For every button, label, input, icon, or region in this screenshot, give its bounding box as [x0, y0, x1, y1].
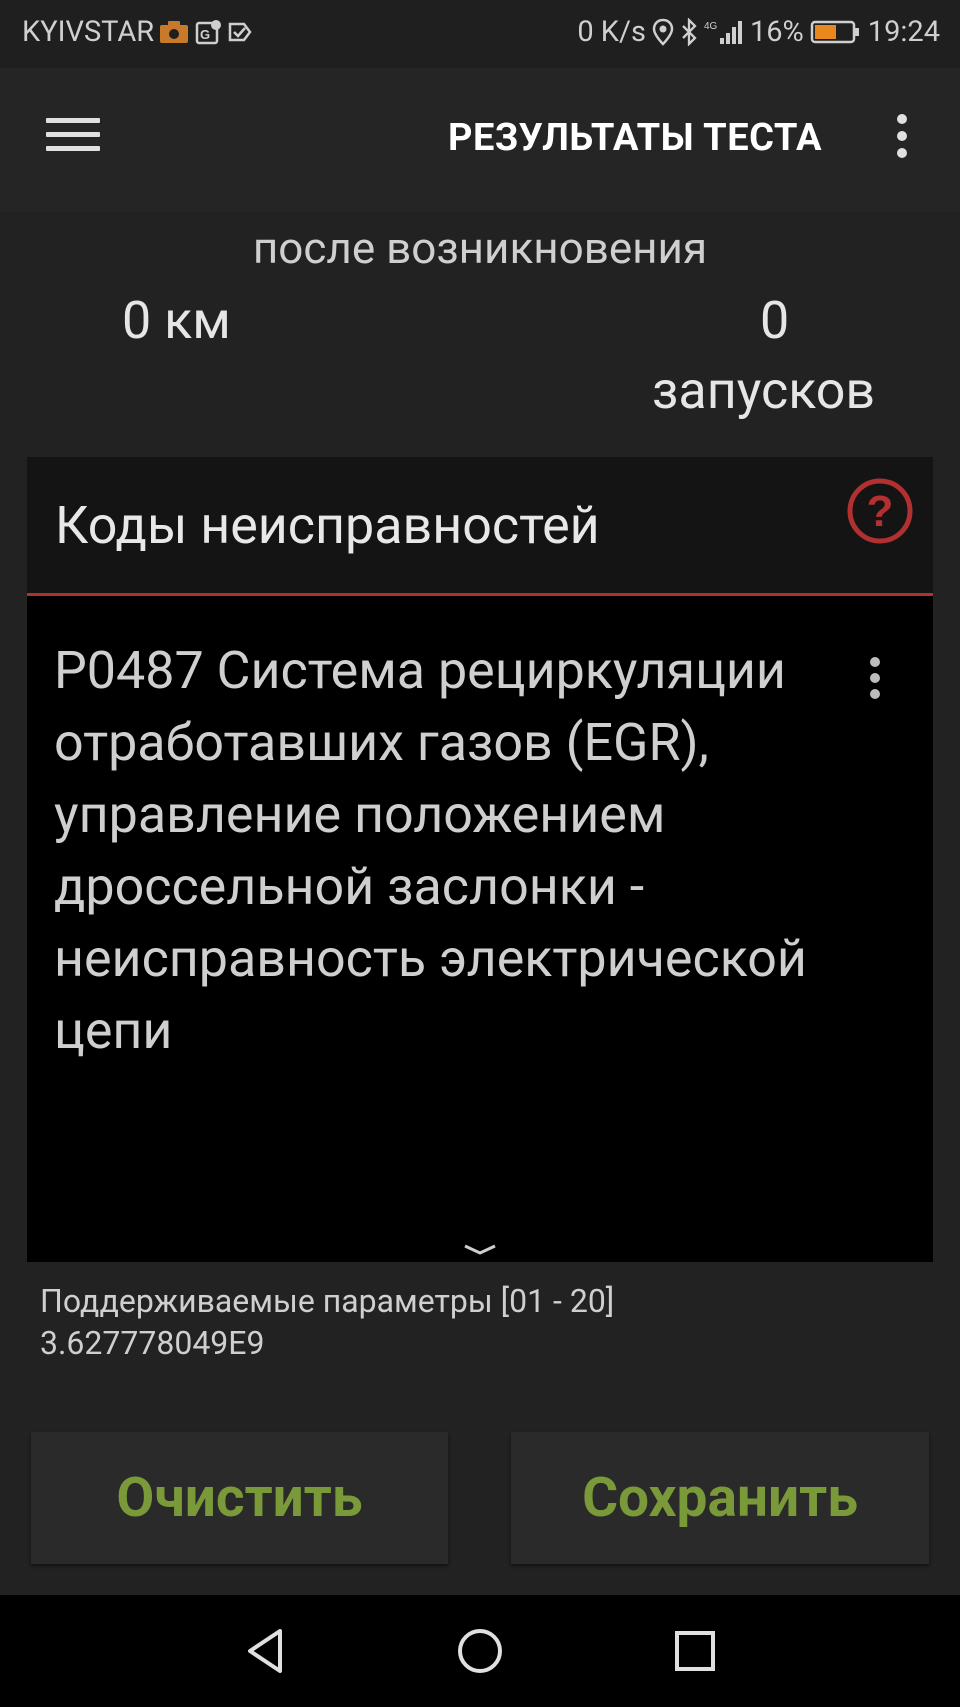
supported-params-label: Поддерживаемые параметры [01 - 20] — [40, 1282, 615, 1320]
status-bar: KYIVSTAR G 0 K/s 4G 16% 19:24 — [0, 0, 960, 68]
after-occurrence-label: после возникновения — [252, 222, 708, 274]
trouble-codes-title: Коды неисправностей — [55, 495, 600, 556]
trouble-codes-header: Коды неисправностей ? — [27, 457, 933, 596]
supported-params: Поддерживаемые параметры [01 - 20] 3.627… — [40, 1280, 614, 1364]
svg-text:G: G — [200, 27, 210, 42]
signal-icon: 4G — [704, 18, 744, 46]
battery-percent: 16% — [749, 15, 804, 49]
battery-icon — [810, 19, 862, 45]
maps-notification-icon: G — [194, 18, 222, 46]
trouble-code-item[interactable]: P0487 Система рециркуляции отработавших … — [54, 635, 814, 1067]
starts-label: запусков — [652, 360, 876, 421]
network-type-label: 4G — [704, 21, 718, 32]
location-icon — [652, 18, 674, 46]
system-nav-bar — [0, 1595, 960, 1707]
trouble-codes-card: Коды неисправностей ? P0487 Система реци… — [27, 457, 933, 1262]
clock: 19:24 — [867, 15, 940, 49]
code-more-vert-icon[interactable] — [865, 657, 885, 705]
recents-square-icon[interactable] — [664, 1621, 724, 1681]
camera-notification-icon — [158, 19, 190, 45]
supported-params-value: 3.627778049E9 — [40, 1324, 265, 1362]
clear-button[interactable]: Очистить — [31, 1432, 448, 1564]
page-title: РЕЗУЛЬТАТЫ ТЕСТА — [447, 116, 822, 160]
home-circle-icon[interactable] — [450, 1621, 510, 1681]
status-bar-left: KYIVSTAR G — [22, 15, 254, 49]
distance-value: 0 км — [122, 290, 231, 351]
more-vert-icon[interactable] — [892, 114, 912, 166]
status-bar-right: 0 K/s 4G 16% 19:24 — [577, 15, 940, 49]
net-speed: 0 K/s — [577, 15, 646, 49]
hamburger-menu-icon[interactable] — [46, 118, 100, 160]
svg-text:?: ? — [867, 487, 894, 536]
task-done-notification-icon — [226, 18, 254, 46]
carrier-name: KYIVSTAR — [22, 15, 155, 49]
expand-chevron-icon[interactable] — [461, 1242, 499, 1258]
bluetooth-icon — [680, 18, 698, 46]
help-icon[interactable]: ? — [845, 476, 915, 546]
back-triangle-icon[interactable] — [236, 1621, 296, 1681]
app-bar: РЕЗУЛЬТАТЫ ТЕСТА — [0, 68, 960, 212]
save-button[interactable]: Сохранить — [511, 1432, 929, 1564]
starts-count: 0 — [760, 290, 790, 351]
